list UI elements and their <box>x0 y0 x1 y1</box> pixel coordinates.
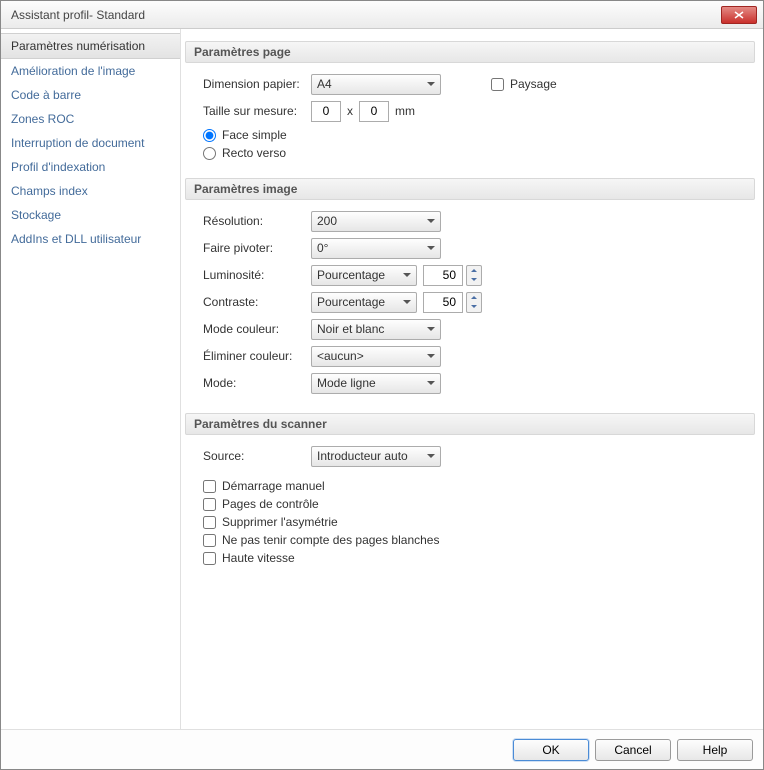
arrow-up-icon <box>467 266 481 276</box>
source-select[interactable]: Introducteur auto <box>311 446 441 467</box>
section-body-page: Dimension papier: A4 Paysage Taille sur … <box>185 73 755 174</box>
contrast-spinner[interactable] <box>466 292 482 313</box>
color-mode-select[interactable]: Noir et blanc <box>311 319 441 340</box>
sidebar-item-scan-params[interactable]: Paramètres numérisation <box>1 33 180 59</box>
custom-sep: x <box>347 104 353 118</box>
cancel-button[interactable]: Cancel <box>595 739 671 761</box>
resolution-label: Résolution: <box>203 214 311 228</box>
resolution-select[interactable]: 200 <box>311 211 441 232</box>
section-header-scanner: Paramètres du scanner <box>185 413 755 435</box>
custom-size-label: Taille sur mesure: <box>203 104 311 118</box>
control-pages-label: Pages de contrôle <box>222 497 319 511</box>
simplex-radio[interactable] <box>203 129 216 142</box>
ok-button[interactable]: OK <box>513 739 589 761</box>
close-button[interactable] <box>721 6 757 24</box>
brightness-value-input[interactable] <box>423 265 463 286</box>
high-speed-label: Haute vitesse <box>222 551 295 565</box>
manual-start-checkbox[interactable] <box>203 480 216 493</box>
paper-size-value: A4 <box>317 77 423 91</box>
chevron-down-icon <box>427 219 435 223</box>
chevron-down-icon <box>427 381 435 385</box>
sidebar-item-storage[interactable]: Stockage <box>1 203 180 227</box>
sidebar-item-image-enhance[interactable]: Amélioration de l'image <box>1 59 180 83</box>
brightness-spinner[interactable] <box>466 265 482 286</box>
sidebar-item-addins[interactable]: AddIns et DLL utilisateur <box>1 227 180 251</box>
chevron-down-icon <box>427 82 435 86</box>
rotate-label: Faire pivoter: <box>203 241 311 255</box>
custom-width-input[interactable] <box>311 101 341 122</box>
arrow-down-icon <box>467 275 481 285</box>
help-button[interactable]: Help <box>677 739 753 761</box>
window-title: Assistant profil- Standard <box>11 8 721 22</box>
close-icon <box>734 11 744 19</box>
sidebar: Paramètres numérisation Amélioration de … <box>1 29 181 729</box>
dialog-body: Paramètres numérisation Amélioration de … <box>1 29 763 729</box>
dropout-color-select[interactable]: <aucun> <box>311 346 441 367</box>
brightness-mode-value: Pourcentage <box>317 268 399 282</box>
color-mode-value: Noir et blanc <box>317 322 423 336</box>
main-panel: Paramètres page Dimension papier: A4 Pay… <box>181 29 763 729</box>
duplex-label: Recto verso <box>222 146 286 160</box>
dropout-color-label: Éliminer couleur: <box>203 349 311 363</box>
high-speed-checkbox[interactable] <box>203 552 216 565</box>
simplex-label: Face simple <box>222 128 287 142</box>
source-label: Source: <box>203 449 311 463</box>
chevron-down-icon <box>427 246 435 250</box>
paper-size-select[interactable]: A4 <box>311 74 441 95</box>
rotate-select[interactable]: 0° <box>311 238 441 259</box>
skip-blank-checkbox[interactable] <box>203 534 216 547</box>
contrast-mode-select[interactable]: Pourcentage <box>311 292 417 313</box>
sidebar-item-barcode[interactable]: Code à barre <box>1 83 180 107</box>
brightness-label: Luminosité: <box>203 268 311 282</box>
contrast-value-input[interactable] <box>423 292 463 313</box>
source-value: Introducteur auto <box>317 449 423 463</box>
arrow-up-icon <box>467 293 481 303</box>
control-pages-checkbox[interactable] <box>203 498 216 511</box>
brightness-mode-select[interactable]: Pourcentage <box>311 265 417 286</box>
deskew-checkbox[interactable] <box>203 516 216 529</box>
mode-select[interactable]: Mode ligne <box>311 373 441 394</box>
landscape-checkbox[interactable] <box>491 78 504 91</box>
resolution-value: 200 <box>317 214 423 228</box>
dialog-footer: OK Cancel Help <box>1 729 763 769</box>
manual-start-label: Démarrage manuel <box>222 479 325 493</box>
sidebar-item-index-profile[interactable]: Profil d'indexation <box>1 155 180 179</box>
contrast-label: Contraste: <box>203 295 311 309</box>
landscape-label: Paysage <box>510 77 557 91</box>
section-body-scanner: Source: Introducteur auto Démarrage manu… <box>185 445 755 579</box>
section-header-image: Paramètres image <box>185 178 755 200</box>
mode-value: Mode ligne <box>317 376 423 390</box>
chevron-down-icon <box>427 354 435 358</box>
chevron-down-icon <box>403 300 411 304</box>
section-header-page: Paramètres page <box>185 41 755 63</box>
chevron-down-icon <box>403 273 411 277</box>
sidebar-item-ocr-zones[interactable]: Zones ROC <box>1 107 180 131</box>
chevron-down-icon <box>427 327 435 331</box>
titlebar: Assistant profil- Standard <box>1 1 763 29</box>
rotate-value: 0° <box>317 241 423 255</box>
paper-size-label: Dimension papier: <box>203 77 311 91</box>
sidebar-item-index-fields[interactable]: Champs index <box>1 179 180 203</box>
mode-label: Mode: <box>203 376 311 390</box>
contrast-mode-value: Pourcentage <box>317 295 399 309</box>
deskew-label: Supprimer l'asymétrie <box>222 515 338 529</box>
custom-height-input[interactable] <box>359 101 389 122</box>
color-mode-label: Mode couleur: <box>203 322 311 336</box>
dialog-window: Assistant profil- Standard Paramètres nu… <box>0 0 764 770</box>
section-body-image: Résolution: 200 Faire pivoter: 0° Lumino… <box>185 210 755 409</box>
arrow-down-icon <box>467 302 481 312</box>
duplex-radio[interactable] <box>203 147 216 160</box>
skip-blank-label: Ne pas tenir compte des pages blanches <box>222 533 439 547</box>
dropout-color-value: <aucun> <box>317 349 423 363</box>
sidebar-item-doc-break[interactable]: Interruption de document <box>1 131 180 155</box>
chevron-down-icon <box>427 454 435 458</box>
custom-unit: mm <box>395 104 415 118</box>
